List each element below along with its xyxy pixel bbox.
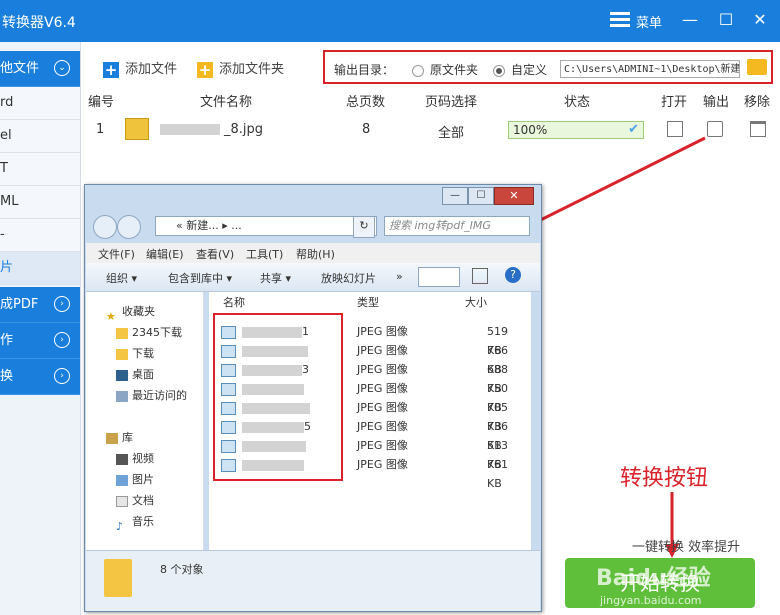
- refresh-icon[interactable]: ↻: [353, 216, 375, 238]
- efficiency-text: 一键转换 效率提升: [632, 540, 741, 555]
- menu-help[interactable]: 帮助(H): [296, 246, 335, 262]
- dialog-maximize-button[interactable]: ☐: [468, 187, 494, 205]
- dialog-minimize-button[interactable]: —: [442, 187, 468, 205]
- library-icon: [106, 432, 118, 444]
- menu-view[interactable]: 查看(V): [196, 246, 234, 262]
- nav-documents[interactable]: 文档: [116, 491, 154, 511]
- nav-pictures[interactable]: 图片: [116, 470, 154, 490]
- annotation-label: 转换按钮: [620, 466, 709, 491]
- desktop-icon: [116, 369, 128, 381]
- recent-icon: [116, 390, 128, 402]
- back-button[interactable]: [93, 215, 117, 239]
- nav-favorites[interactable]: ★ 收藏夹: [106, 302, 155, 323]
- view-options-icon[interactable]: [418, 267, 460, 287]
- slideshow-button[interactable]: 放映幻灯片: [321, 270, 376, 286]
- nav-videos[interactable]: 视频: [116, 449, 154, 469]
- nav-library[interactable]: 库: [106, 428, 133, 448]
- menu-bar: 文件(F) 编辑(E) 查看(V) 工具(T) 帮助(H): [86, 243, 540, 263]
- folder-icon: [116, 327, 128, 339]
- folder-icon: [116, 348, 128, 360]
- selection-highlight: [213, 313, 343, 481]
- nav-desktop[interactable]: 桌面: [116, 365, 154, 385]
- file-explorer-dialog: — ☐ ✕ « 新建... ▸ ... ↻ 搜索 img转pdf_IMG 文件(…: [84, 184, 542, 612]
- preview-pane-icon[interactable]: [472, 268, 488, 284]
- menu-tools[interactable]: 工具(T): [246, 246, 283, 262]
- watermark: Baidu经验: [596, 566, 711, 591]
- star-icon: ★: [106, 309, 116, 323]
- col-type[interactable]: 类型: [357, 294, 379, 310]
- organize-button[interactable]: 组织 ▾: [106, 270, 137, 286]
- search-input[interactable]: 搜索 img转pdf_IMG: [384, 216, 530, 236]
- status-bar: 8 个对象: [86, 550, 540, 611]
- col-name[interactable]: 名称: [223, 294, 245, 310]
- share-button[interactable]: 共享 ▾: [260, 270, 291, 286]
- nav-2345-downloads[interactable]: 2345下载: [116, 323, 182, 343]
- forward-button[interactable]: [117, 215, 141, 239]
- menu-edit[interactable]: 编辑(E): [146, 246, 184, 262]
- include-library-button[interactable]: 包含到库中 ▾: [168, 270, 232, 286]
- navigation-pane: ★ 收藏夹 2345下载 下载 桌面 最近访问的 库 视频 图片 文档 ♪ 音乐: [86, 292, 204, 550]
- menu-file[interactable]: 文件(F): [98, 246, 135, 262]
- help-icon[interactable]: ?: [505, 267, 521, 283]
- address-bar[interactable]: « 新建... ▸ ...: [155, 216, 377, 236]
- folder-large-icon: [104, 559, 132, 597]
- video-icon: [116, 453, 128, 465]
- nav-music[interactable]: ♪ 音乐: [116, 512, 154, 533]
- document-icon: [116, 495, 128, 507]
- nav-downloads[interactable]: 下载: [116, 344, 154, 364]
- more-commands-button[interactable]: »: [396, 270, 403, 283]
- command-bar: 组织 ▾ 包含到库中 ▾ 共享 ▾ 放映幻灯片 » ?: [86, 263, 540, 292]
- watermark-url: jingyan.baidu.com: [600, 594, 702, 607]
- col-size[interactable]: 大小: [465, 294, 487, 310]
- picture-icon: [116, 474, 128, 486]
- nav-recent[interactable]: 最近访问的: [116, 386, 187, 406]
- music-icon: ♪: [116, 519, 124, 533]
- dialog-close-button[interactable]: ✕: [494, 187, 534, 205]
- item-count: 8 个对象: [160, 563, 204, 576]
